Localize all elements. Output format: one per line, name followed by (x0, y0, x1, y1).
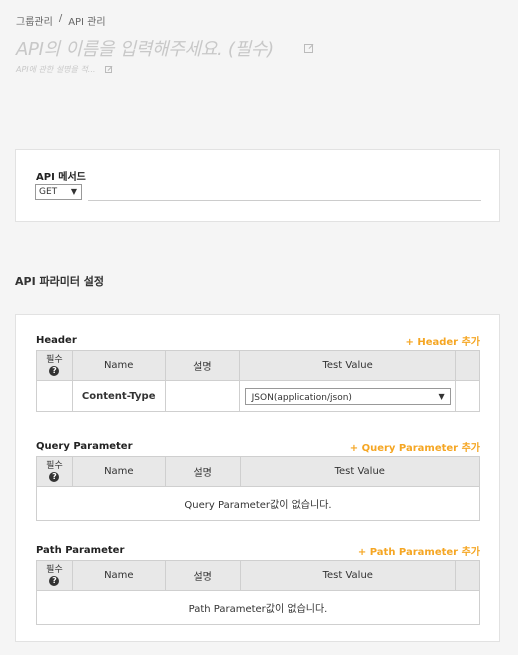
col-name: Name (71, 456, 166, 487)
api-method-card: API 메서드 GET ▼ (15, 149, 500, 222)
header-desc-cell[interactable] (164, 380, 241, 412)
header-group-title: Header (36, 335, 77, 346)
breadcrumb-current: API 관리 (68, 17, 106, 28)
breadcrumb-separator: / (58, 13, 63, 24)
param-section-title: API 파라미터 설정 (15, 275, 105, 288)
table-row: Query Parameter값이 없습니다. (36, 486, 480, 521)
col-desc: 설명 (164, 350, 241, 381)
header-table: 필수 ? Name 설명 Test Value Content-Type JSO… (36, 350, 480, 412)
header-group-head: Header + Header 추가 (36, 333, 480, 348)
help-icon[interactable]: ? (49, 575, 60, 586)
col-name: Name (71, 560, 166, 591)
path-empty-message: Path Parameter값이 없습니다. (36, 590, 480, 625)
col-test-value: Test Value (239, 456, 481, 487)
path-group-title: Path Parameter (36, 545, 125, 556)
caret-down-icon: ▼ (438, 388, 445, 404)
path-table-head: 필수 ? Name 설명 Test Value (36, 560, 480, 591)
edit-name-icon[interactable] (303, 43, 313, 53)
test-value-select[interactable]: JSON(application/json) ▼ (244, 387, 451, 405)
col-test-value: Test Value (239, 560, 457, 591)
col-desc: 설명 (164, 456, 241, 487)
caret-down-icon: ▼ (70, 187, 77, 196)
breadcrumb: 그룹관리 / API 관리 (16, 13, 106, 28)
test-value-selected: JSON(application/json) (251, 392, 352, 403)
required-cell (36, 380, 73, 412)
col-required-label: 필수 (46, 564, 63, 575)
col-action (455, 350, 480, 381)
col-desc: 설명 (164, 560, 241, 591)
add-query-button[interactable]: + Query Parameter 추가 (350, 439, 480, 454)
col-test-value: Test Value (239, 350, 457, 381)
add-path-button[interactable]: + Path Parameter 추가 (358, 543, 480, 558)
header-table-head: 필수 ? Name 설명 Test Value (36, 350, 480, 381)
help-icon[interactable]: ? (49, 365, 60, 376)
api-url-input[interactable] (88, 200, 481, 201)
add-header-button[interactable]: + Header 추가 (405, 333, 480, 348)
query-group-title: Query Parameter (36, 441, 133, 452)
api-method-value: GET (39, 187, 58, 197)
table-row: Path Parameter값이 없습니다. (36, 590, 480, 625)
header-name-cell: Content-Type (71, 380, 166, 412)
col-required: 필수 ? (36, 560, 73, 591)
api-name-input[interactable]: API의 이름을 입력해주세요. (필수) (16, 35, 274, 61)
header-test-value-cell: JSON(application/json) ▼ (239, 380, 457, 412)
api-name-row[interactable]: API의 이름을 입력해주세요. (필수) (16, 35, 313, 61)
query-table-head: 필수 ? Name 설명 Test Value (36, 456, 481, 487)
col-required-label: 필수 (46, 354, 63, 365)
help-icon[interactable]: ? (49, 471, 60, 482)
col-required: 필수 ? (36, 456, 73, 487)
action-cell (455, 380, 480, 412)
col-required-label: 필수 (46, 460, 63, 471)
edit-description-icon[interactable] (105, 66, 113, 73)
col-name: Name (71, 350, 166, 381)
query-group-head: Query Parameter + Query Parameter 추가 (36, 439, 480, 454)
path-table: 필수 ? Name 설명 Test Value Path Parameter값이… (36, 560, 480, 625)
breadcrumb-parent[interactable]: 그룹관리 (16, 13, 53, 28)
param-card: Header + Header 추가 필수 ? Name 설명 Test Val… (15, 314, 500, 642)
path-group-head: Path Parameter + Path Parameter 추가 (36, 543, 480, 558)
table-row: Content-Type JSON(application/json) ▼ (36, 380, 480, 412)
api-description-row[interactable]: API에 관한 설명을 적... (16, 64, 113, 75)
api-method-label: API 메서드 (36, 172, 86, 183)
query-table: 필수 ? Name 설명 Test Value Query Parameter값… (36, 456, 481, 521)
api-description-input[interactable]: API에 관한 설명을 적... (16, 64, 95, 75)
api-method-select[interactable]: GET ▼ (35, 184, 82, 200)
query-empty-message: Query Parameter값이 없습니다. (36, 486, 480, 521)
col-required: 필수 ? (36, 350, 73, 381)
col-action (455, 560, 480, 591)
